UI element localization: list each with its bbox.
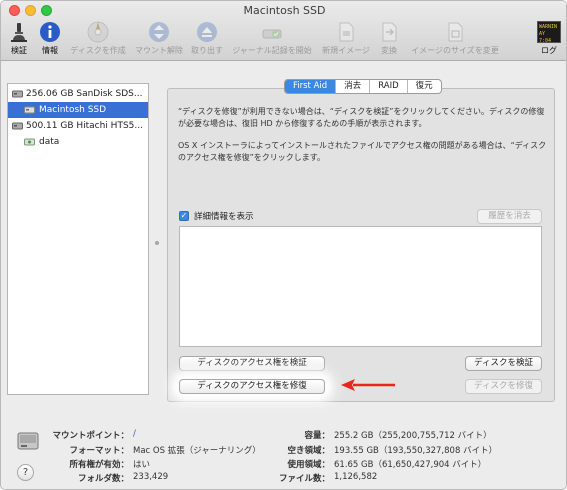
tab-restore[interactable]: 復元 — [406, 80, 441, 93]
folder-count-value: 233,429 — [133, 472, 169, 482]
show-details-label: 詳細情報を表示 — [194, 212, 254, 222]
sidebar-item-label: 256.06 GB SanDisk SDS... — [26, 89, 143, 99]
journal-label: ジャーナル記録を開始 — [232, 46, 312, 55]
log-icon-line-1: WARNIN — [539, 24, 558, 30]
resize-image-icon — [448, 22, 463, 42]
info-label: 情報 — [42, 46, 58, 55]
tab-bar: First Aid 消去 RAID 復元 — [284, 79, 442, 94]
tab-erase[interactable]: 消去 — [335, 80, 369, 93]
used-label: 使用領域： — [287, 460, 330, 470]
burn-disc-icon — [87, 21, 109, 43]
capacity-label: 容量： — [304, 431, 330, 441]
verify-permissions-button[interactable]: ディスクのアクセス権を検証 — [179, 356, 325, 371]
repair-disk-button[interactable]: ディスクを修復 — [465, 379, 542, 394]
file-count-value: 1,126,582 — [334, 472, 378, 482]
sidebar-item-label: 500.11 GB Hitachi HTS5... — [26, 121, 143, 131]
log-icon-line-2: AY 7:04 — [539, 31, 552, 43]
owners-enabled-value: はい — [133, 460, 151, 470]
burn-tool[interactable]: ディスクを作成 — [67, 21, 129, 59]
volume-icon — [24, 138, 35, 146]
used-value: 61.65 GB（61,650,427,904 バイト） — [334, 460, 487, 470]
hard-drive-icon — [17, 432, 39, 450]
red-arrow-annotation — [341, 379, 395, 391]
verify-disk-button[interactable]: ディスクを検証 — [465, 356, 542, 371]
permissions-description: OS X インストーラによってインストールされたファイルでアクセス権の問題がある… — [178, 141, 547, 162]
convert-tool[interactable]: 変換 — [375, 21, 403, 59]
eject-tool[interactable]: 取り出す — [189, 21, 225, 59]
info-tool[interactable]: 情報 — [37, 21, 63, 59]
folder-count-label: フォルダ数： — [77, 474, 129, 484]
title-toolbar: Macintosh SSD 検証 情報 ディスクを作成 マウント解除 取り出す … — [1, 1, 566, 61]
info-icon — [40, 22, 60, 42]
verify-label: 検証 — [11, 46, 27, 55]
convert-label: 変換 — [381, 46, 397, 55]
journal-drive-icon — [262, 29, 282, 39]
available-value: 193.55 GB（193,550,327,808 バイト） — [334, 446, 498, 456]
eject-icon — [197, 22, 217, 42]
repair-permissions-button[interactable]: ディスクのアクセス権を修復 — [179, 379, 325, 394]
sidebar-item-label: data — [39, 137, 60, 147]
format-label: フォーマット： — [69, 446, 129, 456]
journal-tool[interactable]: ジャーナル記録を開始 — [229, 21, 315, 59]
available-label: 空き領域： — [287, 446, 330, 456]
unmount-tool[interactable]: マウント解除 — [133, 21, 185, 59]
sidebar-item-label: Macintosh SSD — [39, 105, 107, 115]
sidebar-item-data[interactable]: data — [8, 134, 148, 150]
new-image-icon — [339, 22, 354, 42]
show-details-checkbox[interactable]: ✓ — [179, 211, 189, 221]
unmount-label: マウント解除 — [135, 46, 183, 55]
tab-raid[interactable]: RAID — [369, 80, 406, 93]
window-title: Macintosh SSD — [243, 4, 326, 17]
eject-label: 取り出す — [191, 46, 223, 55]
sidebar-item-hitachi[interactable]: 500.11 GB Hitachi HTS5... — [8, 118, 148, 134]
convert-icon — [382, 22, 397, 42]
mount-point-label: マウントポイント： — [52, 431, 129, 441]
volume-icon — [24, 106, 35, 114]
help-button[interactable]: ? — [17, 464, 34, 481]
owners-enabled-label: 所有権が有効： — [69, 460, 129, 470]
capacity-value: 255.2 GB（255,200,755,712 バイト） — [334, 431, 492, 441]
sidebar-item-sandisk[interactable]: 256.06 GB SanDisk SDS... — [8, 86, 148, 102]
log-tool[interactable]: WARNIN AY 7:04 ログ — [535, 21, 563, 59]
split-view-handle[interactable] — [155, 241, 159, 245]
device-list: 256.06 GB SanDisk SDS... Macintosh SSD 5… — [7, 83, 149, 395]
first-aid-description: “ディスクを修復”が利用できない場合は、“ディスクを検証”をクリックしてください… — [178, 107, 545, 128]
new-image-label: 新規イメージ — [322, 46, 370, 55]
details-log-area[interactable] — [179, 226, 542, 347]
disk-icon — [12, 122, 23, 130]
format-value: Mac OS 拡張（ジャーナリング） — [133, 446, 261, 456]
sidebar-item-macintosh-ssd[interactable]: Macintosh SSD — [8, 102, 148, 118]
mount-point-value: / — [133, 429, 136, 439]
burn-label: ディスクを作成 — [70, 46, 126, 55]
verify-tool[interactable]: 検証 — [5, 21, 33, 59]
disk-utility-window: Macintosh SSD 検証 情報 ディスクを作成 マウント解除 取り出す … — [0, 0, 567, 490]
tab-first-aid[interactable]: First Aid — [285, 80, 336, 93]
log-icon: WARNIN AY 7:04 — [537, 21, 561, 43]
disk-icon — [12, 90, 23, 98]
unmount-icon — [149, 22, 169, 42]
clear-history-button[interactable]: 履歴を消去 — [477, 209, 542, 224]
new-image-tool[interactable]: 新規イメージ — [319, 21, 373, 59]
log-label: ログ — [541, 46, 557, 55]
resize-image-label: イメージのサイズを変更 — [411, 46, 499, 55]
file-count-label: ファイル数： — [278, 474, 330, 484]
show-details-checkbox-row[interactable]: ✓ 詳細情報を表示 — [179, 210, 254, 222]
resize-image-tool[interactable]: イメージのサイズを変更 — [407, 21, 503, 59]
microscope-icon — [11, 23, 27, 42]
